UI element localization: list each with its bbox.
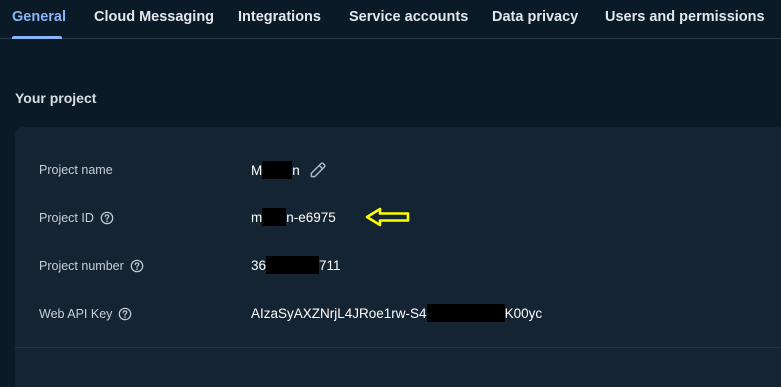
project-id-value: m n-e6975 [251,208,336,226]
web-api-key-prefix: AIzaSyAXZNrjL4JRoe1rw-S4 [251,305,427,321]
tab-data-privacy[interactable]: Data privacy [492,9,578,25]
tab-cloud-messaging[interactable]: Cloud Messaging [94,9,214,25]
web-api-key-label-text: Web API Key [39,307,113,321]
project-id-prefix: m [251,209,263,225]
section-title: Your project [15,90,97,106]
arrow-left-icon [365,207,410,227]
project-name-value: M n [251,160,328,180]
project-name-prefix: M [251,162,263,178]
tab-users-and-permissions[interactable]: Users and permissions [605,9,765,25]
tab-bar: General Cloud Messaging Integrations Ser… [0,0,781,39]
web-api-key-suffix: K00yc [504,305,543,321]
project-number-value: 36 711 [251,256,341,274]
tab-general[interactable]: General [12,9,66,25]
pencil-icon[interactable] [308,160,328,180]
project-id-label: Project ID [39,211,114,225]
project-id-label-text: Project ID [39,211,94,225]
help-circle-icon[interactable] [118,307,132,321]
active-tab-indicator [12,36,62,39]
redaction-box [262,161,293,179]
tab-integrations[interactable]: Integrations [238,9,321,25]
project-number-prefix: 36 [251,257,267,273]
redaction-box [266,256,320,274]
project-number-label-text: Project number [39,259,124,273]
redaction-box [426,304,505,322]
project-number-label: Project number [39,259,144,273]
project-name-suffix: n [292,162,300,178]
web-api-key-label: Web API Key [39,307,132,321]
redaction-box [262,208,287,226]
project-number-suffix: 711 [319,257,341,273]
project-card [15,127,781,387]
web-api-key-value: AIzaSyAXZNrjL4JRoe1rw-S4 K00yc [251,304,542,322]
project-id-suffix: n-e6975 [286,209,336,225]
help-circle-icon[interactable] [100,211,114,225]
tab-service-accounts[interactable]: Service accounts [349,9,468,25]
project-name-label: Project name [39,163,113,177]
help-circle-icon[interactable] [130,259,144,273]
card-divider [15,347,781,348]
project-name-label-text: Project name [39,163,113,177]
